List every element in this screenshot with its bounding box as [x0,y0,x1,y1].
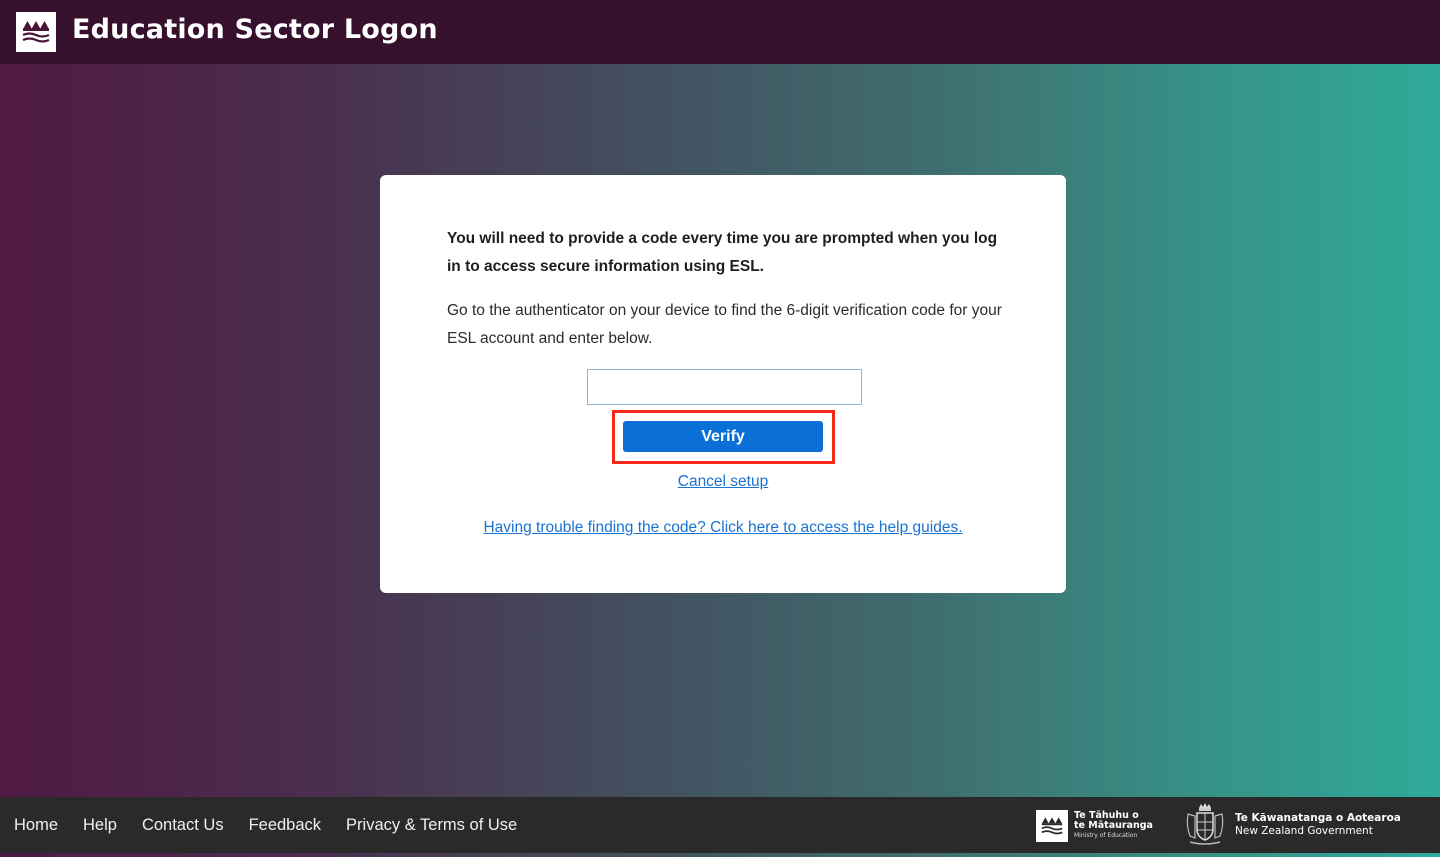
govt-wordmark: Te Kāwanatanga o Aotearoa New Zealand Go… [1235,812,1401,838]
nz-government-logo[interactable]: Te Kāwanatanga o Aotearoa New Zealand Go… [1182,802,1401,848]
verification-code-input[interactable] [587,369,862,405]
footer-link-home[interactable]: Home [14,816,58,835]
moe-line3: Ministry of Education [1074,832,1138,839]
mfa-instructions: Go to the authenticator on your device t… [447,302,1002,347]
govt-line2: New Zealand Government [1235,825,1373,837]
mountains-waves-icon [1041,817,1063,835]
footer-link-feedback[interactable]: Feedback [249,816,321,835]
site-header: Education Sector Logon [0,0,1440,64]
mountains-waves-icon [22,21,50,43]
footer-nav: Home Help Contact Us Feedback Privacy & … [14,797,517,853]
verify-button[interactable]: Verify [623,421,823,452]
moe-wordmark: Te Tāhuhu o te Mātauranga Ministry of Ed… [1074,811,1153,841]
site-footer: Home Help Contact Us Feedback Privacy & … [0,797,1440,853]
ministry-of-education-logo[interactable]: Te Tāhuhu o te Mātauranga Ministry of Ed… [1036,810,1153,842]
govt-line1: Te Kāwanatanga o Aotearoa [1235,812,1401,824]
verification-card: You will need to provide a code every ti… [380,175,1066,593]
cancel-setup-link[interactable]: Cancel setup [380,473,1066,491]
footer-link-privacy-terms[interactable]: Privacy & Terms of Use [346,816,517,835]
mfa-lead-text: You will need to provide a code every ti… [447,230,998,275]
moe-line2: te Mātauranga [1074,820,1153,831]
help-guides-link[interactable]: Having trouble finding the code? Click h… [380,519,1066,537]
site-title: Education Sector Logon [72,14,438,45]
coat-of-arms-icon [1186,803,1224,845]
esl-logo[interactable] [16,12,56,52]
footer-link-contact-us[interactable]: Contact Us [142,816,224,835]
moe-emblem [1036,810,1068,842]
footer-link-help[interactable]: Help [83,816,117,835]
